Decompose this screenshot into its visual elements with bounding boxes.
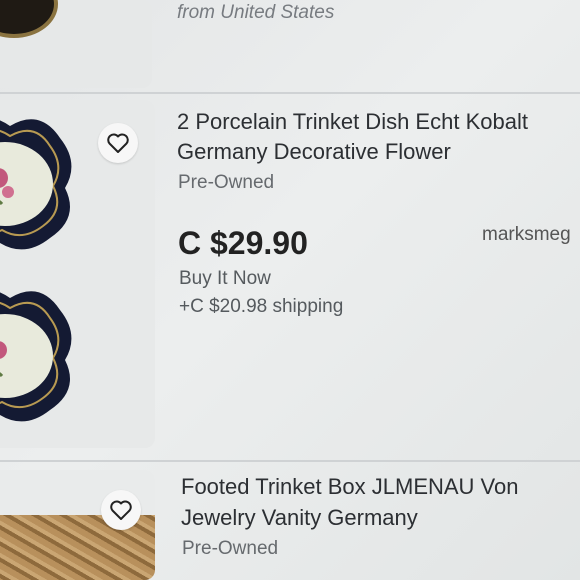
product-image-fragment: [0, 0, 58, 38]
heart-icon: [110, 500, 132, 520]
listing-divider: [0, 460, 580, 462]
condition-label: Pre-Owned: [178, 172, 275, 193]
condition-label: Pre-Owned: [182, 538, 279, 559]
listing-divider: [0, 92, 580, 94]
listing-title-line2[interactable]: Germany Decorative Flower: [177, 136, 451, 167]
seller-name[interactable]: marksmeg: [482, 224, 571, 246]
listing-title-line1[interactable]: 2 Porcelain Trinket Dish Echt Kobalt: [177, 106, 528, 137]
favorite-button[interactable]: [98, 123, 138, 163]
shipping-cost: +C $20.98 shipping: [179, 296, 344, 317]
product-image-plate-bottom: [0, 291, 72, 422]
favorite-button[interactable]: [101, 490, 141, 530]
shipping-origin: from United States: [177, 2, 335, 23]
listing-image-previous[interactable]: [0, 0, 152, 88]
search-results-screen: from United States 2 Porcelain Trinket D…: [0, 0, 580, 580]
product-image-plate-top: [0, 119, 72, 250]
heart-icon: [107, 133, 129, 153]
price: C $29.90: [178, 225, 308, 261]
listing-title-line2[interactable]: Jewelry Vanity Germany: [181, 502, 418, 533]
listing-title-line1[interactable]: Footed Trinket Box JLMENAU Von: [181, 471, 519, 502]
buying-format: Buy It Now: [179, 268, 271, 289]
